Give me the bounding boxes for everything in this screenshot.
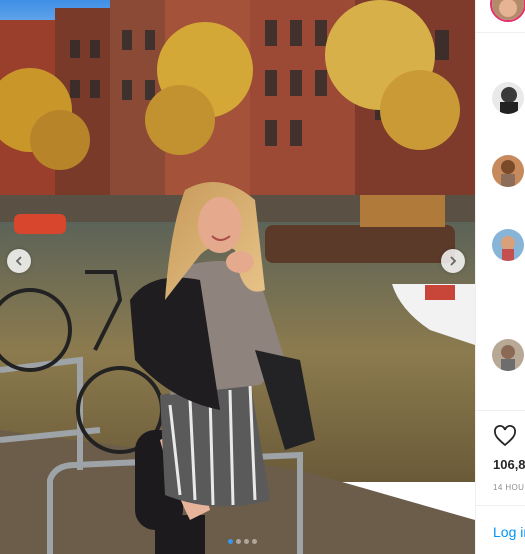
- chevron-right-icon: [450, 256, 457, 266]
- commenter-avatar[interactable]: [492, 229, 524, 261]
- carousel-dot: [244, 539, 249, 544]
- carousel-indicator: [228, 539, 257, 544]
- heart-outline-icon[interactable]: [493, 424, 517, 448]
- commenter-avatar[interactable]: [492, 339, 524, 371]
- post-media: [0, 0, 475, 554]
- carousel-dot: [236, 539, 241, 544]
- divider: [476, 505, 525, 506]
- carousel-dot: [252, 539, 257, 544]
- divider: [476, 32, 525, 33]
- post-photo: [0, 0, 475, 554]
- chevron-left-icon: [15, 256, 22, 266]
- commenter-avatar[interactable]: [492, 155, 524, 187]
- likes-count[interactable]: 106,8: [493, 457, 525, 472]
- post-timestamp: 14 HOU: [493, 483, 525, 492]
- author-avatar[interactable]: [490, 0, 525, 22]
- divider: [476, 410, 525, 411]
- login-link[interactable]: Log in: [493, 524, 525, 540]
- carousel-dot: [228, 539, 233, 544]
- carousel-prev-button[interactable]: [7, 249, 31, 273]
- carousel-next-button[interactable]: [441, 249, 465, 273]
- commenter-avatar[interactable]: [492, 82, 524, 114]
- post-sidebar: 106,8 14 HOU Log in: [475, 0, 525, 554]
